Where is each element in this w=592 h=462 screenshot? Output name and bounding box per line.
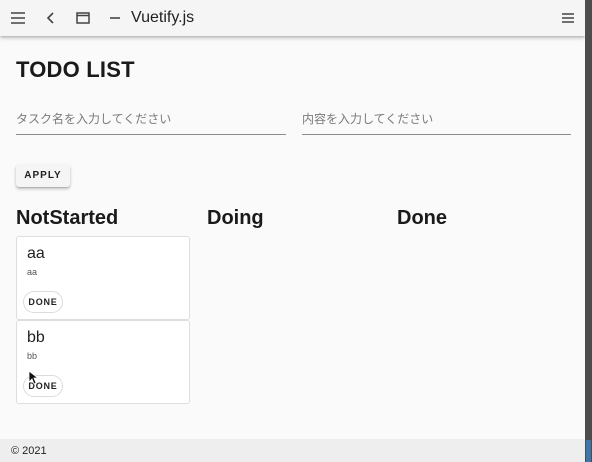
done-button[interactable]: DONE [23,291,63,313]
content-field [302,104,571,135]
edge-indicator [586,440,591,462]
column-header-notstarted: NotStarted [16,207,119,229]
card-title: bb [27,329,45,346]
app-window: Vuetify.js TODO LIST APPLY NotStarted Do… [0,0,585,462]
content-input[interactable] [302,104,571,132]
task-name-input[interactable] [16,104,286,132]
minimize-icon[interactable] [105,8,125,28]
app-title: Vuetify.js [131,9,195,26]
task-name-field [16,104,286,135]
app-bar: Vuetify.js [0,0,585,36]
overflow-menu-icon[interactable] [558,8,578,28]
card-title: aa [27,245,45,262]
column-header-done: Done [397,207,447,229]
footer: © 2021 [0,439,585,462]
done-button[interactable]: DONE [23,375,63,397]
footer-copyright: © 2021 [11,445,47,457]
card-body: aa [27,267,38,277]
hamburger-menu-icon[interactable] [8,8,28,28]
window-edge [585,0,592,462]
back-icon[interactable] [41,8,61,28]
column-header-doing: Doing [207,207,264,229]
todo-card: aa aa DONE [16,236,190,320]
card-body: bb [27,351,38,361]
todo-card: bb bb DONE [16,320,190,404]
apply-button[interactable]: APPLY [16,164,70,187]
page-title: TODO LIST [16,57,135,82]
window-icon[interactable] [73,8,93,28]
